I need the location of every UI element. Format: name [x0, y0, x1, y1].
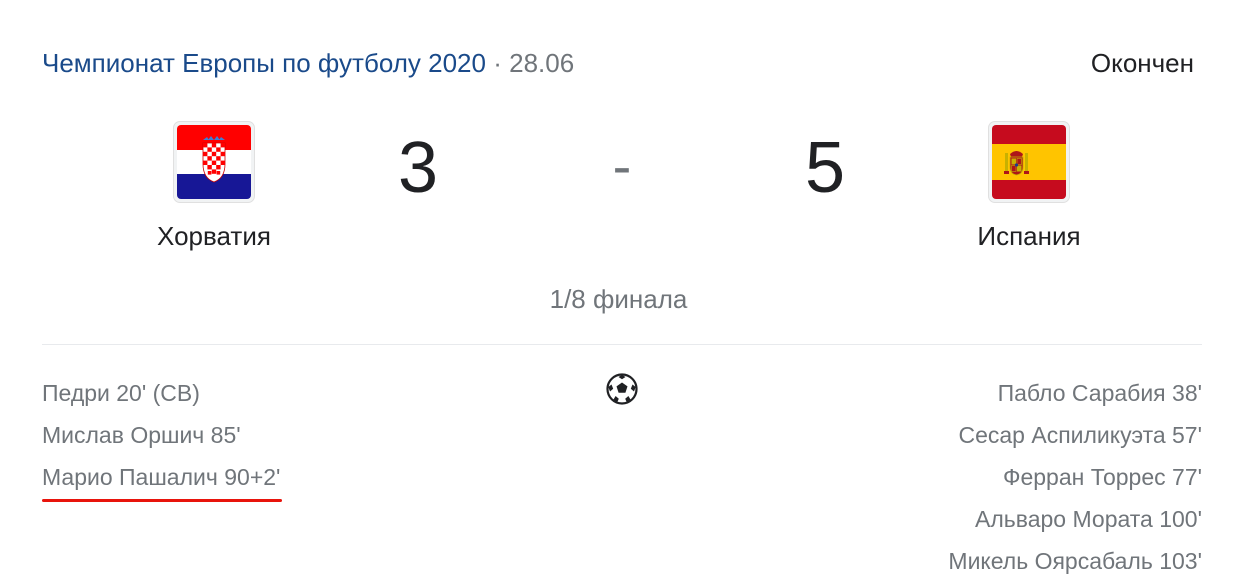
score-separator: -: [612, 134, 632, 197]
tournament-link[interactable]: Чемпионат Европы по футболу 2020: [42, 48, 486, 78]
away-team-name: Испания: [977, 221, 1081, 251]
header-separator: ·: [493, 48, 502, 78]
away-team[interactable]: Испания: [929, 122, 1129, 252]
home-goals-list: Педри 20' (СВ) Мислав Оршич 85' Марио Па…: [42, 372, 280, 498]
goal-item: Альваро Мората 100': [975, 506, 1202, 532]
goal-item: Педри 20' (СВ): [42, 380, 200, 406]
home-score: 3: [397, 128, 439, 208]
match-status: Окончен: [1090, 48, 1194, 78]
highlight-underline: [42, 499, 282, 502]
home-team[interactable]: Хорватия: [114, 122, 314, 252]
goal-item: Пабло Сарабия 38': [997, 380, 1202, 406]
goal-item: Микель Оярсабаль 103': [948, 548, 1202, 574]
croatia-flag-icon: [174, 122, 254, 202]
away-goals-list: Пабло Сарабия 38' Сесар Аспиликуэта 57' …: [948, 372, 1202, 582]
goal-item: Ферран Торрес 77': [1002, 464, 1202, 490]
goal-item: Марио Пашалич 90+2': [42, 464, 281, 490]
spain-flag-icon: [989, 122, 1069, 202]
home-team-name: Хорватия: [157, 221, 271, 251]
match-stage: 1/8 финала: [549, 284, 688, 314]
divider: [42, 344, 1202, 345]
soccer-ball-icon: [606, 373, 638, 405]
goal-item: Сесар Аспиликуэта 57': [958, 422, 1202, 448]
match-header: Чемпионат Европы по футболу 2020 · 28.06: [42, 46, 574, 80]
away-score: 5: [804, 128, 846, 208]
goal-item: Мислав Оршич 85': [42, 422, 241, 448]
match-date: 28.06: [509, 48, 575, 78]
